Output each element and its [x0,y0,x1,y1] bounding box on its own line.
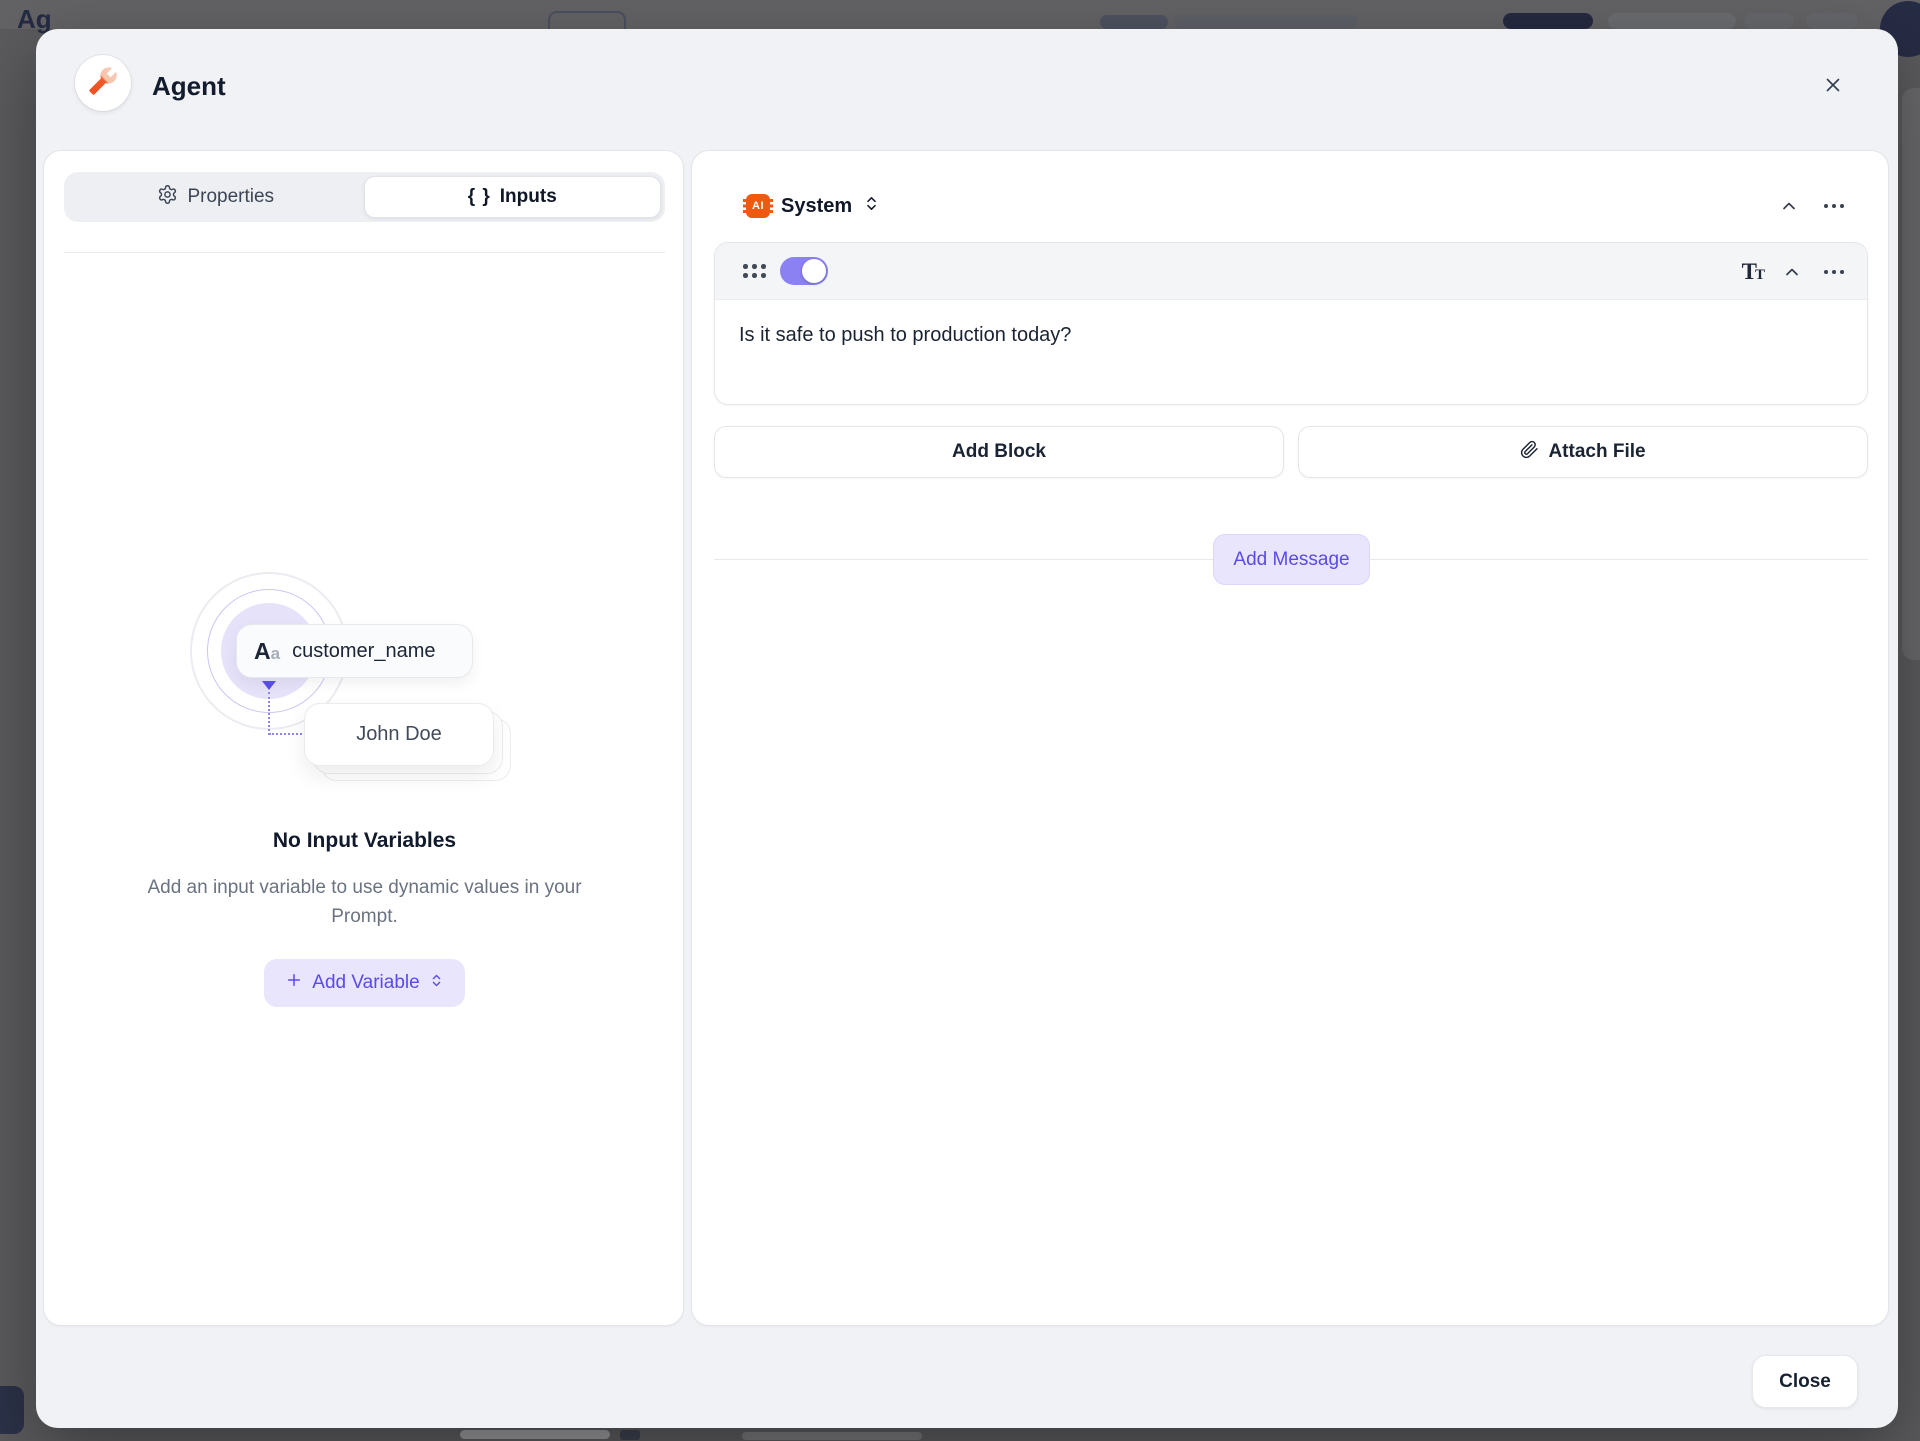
agent-node-avatar [75,55,131,111]
connector-arrow-icon [262,681,276,690]
background-canvas-control [0,1386,24,1434]
example-value-card-stack: John Doe [304,703,494,766]
collapse-message-icon[interactable] [1774,191,1804,221]
background-panel-edge [1902,88,1920,660]
empty-state-title: No Input Variables [44,829,685,853]
background-toolbar-shape [460,1430,610,1439]
prompt-block-card: TT Is it safe to push to production toda… [714,242,1868,405]
editor-action-row: Add Block Attach File [714,426,1868,478]
close-icon[interactable] [1813,65,1853,105]
node-settings-panel: Properties { } Inputs A a customer_name … [43,150,684,1326]
background-pill [1100,15,1168,29]
background-button-shape [1744,13,1794,29]
attach-file-button[interactable]: Attach File [1298,426,1868,478]
collapse-block-icon[interactable] [1777,257,1807,287]
background-toolbar-shape [620,1430,640,1440]
chevron-selector-icon[interactable] [863,195,880,217]
add-block-button[interactable]: Add Block [714,426,1284,478]
connector-dotted-line [269,733,306,735]
attach-file-label: Attach File [1548,441,1645,463]
tab-inputs-label: Inputs [500,186,557,208]
block-enabled-toggle[interactable] [780,257,828,285]
text-format-icon[interactable]: TT [1742,259,1765,285]
tab-properties[interactable]: Properties [68,176,364,218]
wrench-icon [88,66,118,101]
modal-title: Agent [152,71,226,102]
tab-properties-label: Properties [187,186,274,208]
tab-inputs[interactable]: { } Inputs [364,176,662,218]
background-pill [1174,15,1358,29]
prompt-text-editor[interactable]: Is it safe to push to production today? [715,300,1867,370]
background-button-shape [1806,13,1858,29]
settings-tabbar: Properties { } Inputs [64,172,665,222]
braces-icon: { } [468,186,491,208]
background-publish-button-shape [1503,13,1593,29]
empty-state-description: Add an input variable to use dynamic val… [114,873,615,931]
example-variable-name: customer_name [292,640,435,663]
chevron-selector-icon [429,972,444,994]
background-button-shape [1608,13,1736,29]
text-variable-icon: A a [254,638,280,665]
drag-handle-icon[interactable] [743,264,766,278]
ai-chip-icon: AI [746,194,770,218]
agent-config-modal: Agent Properties { } Inputs [36,29,1898,1428]
add-message-button[interactable]: Add Message [1213,534,1370,585]
paperclip-icon [1520,440,1539,465]
add-variable-label: Add Variable [312,972,419,994]
prompt-editor-panel: AI System TT [691,150,1889,1326]
message-role-row[interactable]: AI System [746,191,880,221]
background-tab-shape [548,11,626,29]
block-more-menu-icon[interactable] [1819,257,1849,287]
add-message-row: Add Message [714,534,1868,585]
example-variable-pill: A a customer_name [236,624,473,678]
add-variable-button[interactable]: Add Variable [264,959,465,1007]
message-role-label: System [781,195,852,218]
prompt-block-header: TT [715,243,1867,300]
close-button[interactable]: Close [1752,1355,1858,1408]
example-variable-value: John Doe [304,703,494,766]
connector-dotted-line [268,692,270,735]
toggle-knob [802,259,826,283]
divider [64,252,665,253]
message-more-menu-icon[interactable] [1819,191,1849,221]
background-toolbar-shape [742,1432,922,1440]
background-app-title: Ag [17,4,52,35]
gear-icon [157,184,178,211]
add-block-label: Add Block [952,441,1046,463]
block-toolbar: TT [1742,243,1849,300]
plus-icon [285,971,303,995]
